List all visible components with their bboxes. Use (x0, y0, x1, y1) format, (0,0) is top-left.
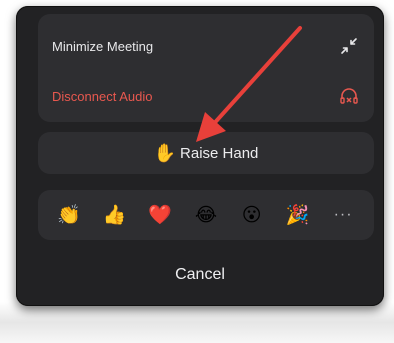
raise-hand-button[interactable]: ✋ Raise Hand (38, 132, 374, 174)
joy-reaction-icon[interactable]: 😂 (191, 204, 221, 227)
raise-hand-label: Raise Hand (180, 144, 259, 162)
clap-reaction-icon[interactable]: 👏 (54, 203, 84, 227)
minimize-meeting-item[interactable]: Minimize Meeting (52, 30, 360, 62)
party-reaction-icon[interactable]: 🎉 (282, 203, 312, 227)
minimize-meeting-label: Minimize Meeting (52, 38, 154, 54)
more-reactions-icon[interactable]: ··· (328, 206, 358, 224)
meeting-menu-card: Minimize Meeting Disconnect Audio (38, 14, 374, 122)
meeting-options-sheet: Minimize Meeting Disconnect Audio ✋ Rais… (16, 6, 384, 306)
minimize-icon (338, 35, 360, 57)
raised-hand-icon: ✋ (153, 142, 177, 163)
heart-reaction-icon[interactable]: ❤️ (145, 203, 175, 227)
cancel-button[interactable]: Cancel (16, 260, 384, 290)
disconnect-audio-item[interactable]: Disconnect Audio (52, 80, 360, 112)
headphones-x-icon (338, 85, 360, 107)
reactions-bar: 👏 👍 ❤️ 😂 😮 🎉 ··· (38, 190, 374, 240)
thumbs-up-reaction-icon[interactable]: 👍 (100, 203, 130, 227)
surprised-reaction-icon[interactable]: 😮 (237, 204, 267, 227)
disconnect-audio-label: Disconnect Audio (52, 88, 153, 104)
